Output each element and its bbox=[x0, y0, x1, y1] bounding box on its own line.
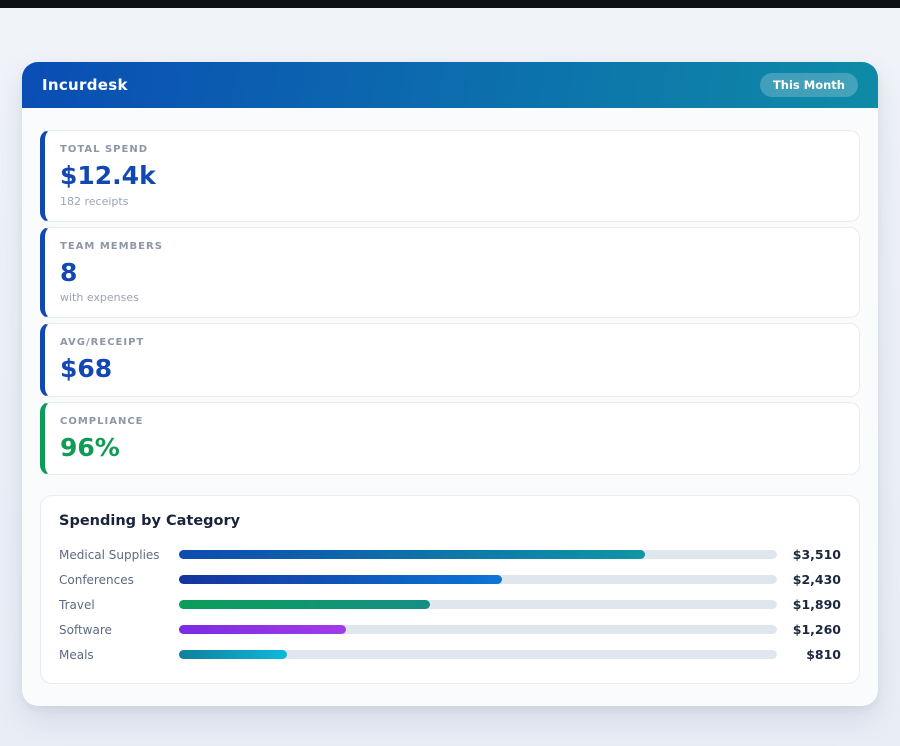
bar-track bbox=[179, 600, 777, 609]
stat-value: 96% bbox=[60, 434, 841, 462]
bar-fill bbox=[179, 650, 287, 659]
stat-label: COMPLIANCE bbox=[60, 416, 841, 427]
category-amount: $1,890 bbox=[786, 597, 841, 612]
category-amount: $1,260 bbox=[786, 622, 841, 637]
stat-value: $68 bbox=[60, 355, 841, 383]
stat-value: 8 bbox=[60, 259, 841, 287]
category-label: Conferences bbox=[59, 573, 179, 587]
app-title: Incurdesk bbox=[42, 76, 128, 94]
category-label: Travel bbox=[59, 598, 179, 612]
panel-header: Incurdesk This Month bbox=[22, 62, 878, 108]
bar-track bbox=[179, 650, 777, 659]
bar-track bbox=[179, 575, 777, 584]
stat-card-compliance: COMPLIANCE 96% bbox=[40, 402, 860, 476]
bar-fill bbox=[179, 625, 346, 634]
chart-row-travel: Travel $1,890 bbox=[59, 592, 841, 617]
bar-track bbox=[179, 550, 777, 559]
category-label: Software bbox=[59, 623, 179, 637]
category-label: Meals bbox=[59, 648, 179, 662]
bar-track bbox=[179, 625, 777, 634]
stat-label: TEAM MEMBERS bbox=[60, 241, 841, 252]
incurdesk-dashboard-panel: Incurdesk This Month TOTAL SPEND $12.4k … bbox=[22, 62, 878, 706]
category-label: Medical Supplies bbox=[59, 548, 179, 562]
stat-card-avg-receipt: AVG/RECEIPT $68 bbox=[40, 323, 860, 397]
category-amount: $810 bbox=[786, 647, 841, 662]
bar-fill bbox=[179, 575, 502, 584]
bar-fill bbox=[179, 600, 430, 609]
chart-row-medical-supplies: Medical Supplies $3,510 bbox=[59, 542, 841, 567]
chart-row-meals: Meals $810 bbox=[59, 642, 841, 667]
stat-label: TOTAL SPEND bbox=[60, 144, 841, 155]
chart-title: Spending by Category bbox=[59, 513, 841, 529]
category-amount: $3,510 bbox=[786, 547, 841, 562]
chart-row-conferences: Conferences $2,430 bbox=[59, 567, 841, 592]
category-amount: $2,430 bbox=[786, 572, 841, 587]
stat-card-team-members: TEAM MEMBERS 8 with expenses bbox=[40, 227, 860, 319]
period-badge[interactable]: This Month bbox=[760, 73, 858, 97]
stat-subtitle: 182 receipts bbox=[60, 195, 841, 208]
stat-label: AVG/RECEIPT bbox=[60, 337, 841, 348]
bar-fill bbox=[179, 550, 645, 559]
spending-by-category-card: Spending by Category Medical Supplies $3… bbox=[40, 495, 860, 684]
stat-value: $12.4k bbox=[60, 162, 841, 190]
stat-card-total-spend: TOTAL SPEND $12.4k 182 receipts bbox=[40, 130, 860, 222]
top-bar bbox=[0, 0, 900, 8]
chart-row-software: Software $1,260 bbox=[59, 617, 841, 642]
stat-subtitle: with expenses bbox=[60, 291, 841, 304]
panel-body: TOTAL SPEND $12.4k 182 receipts TEAM MEM… bbox=[22, 108, 878, 706]
